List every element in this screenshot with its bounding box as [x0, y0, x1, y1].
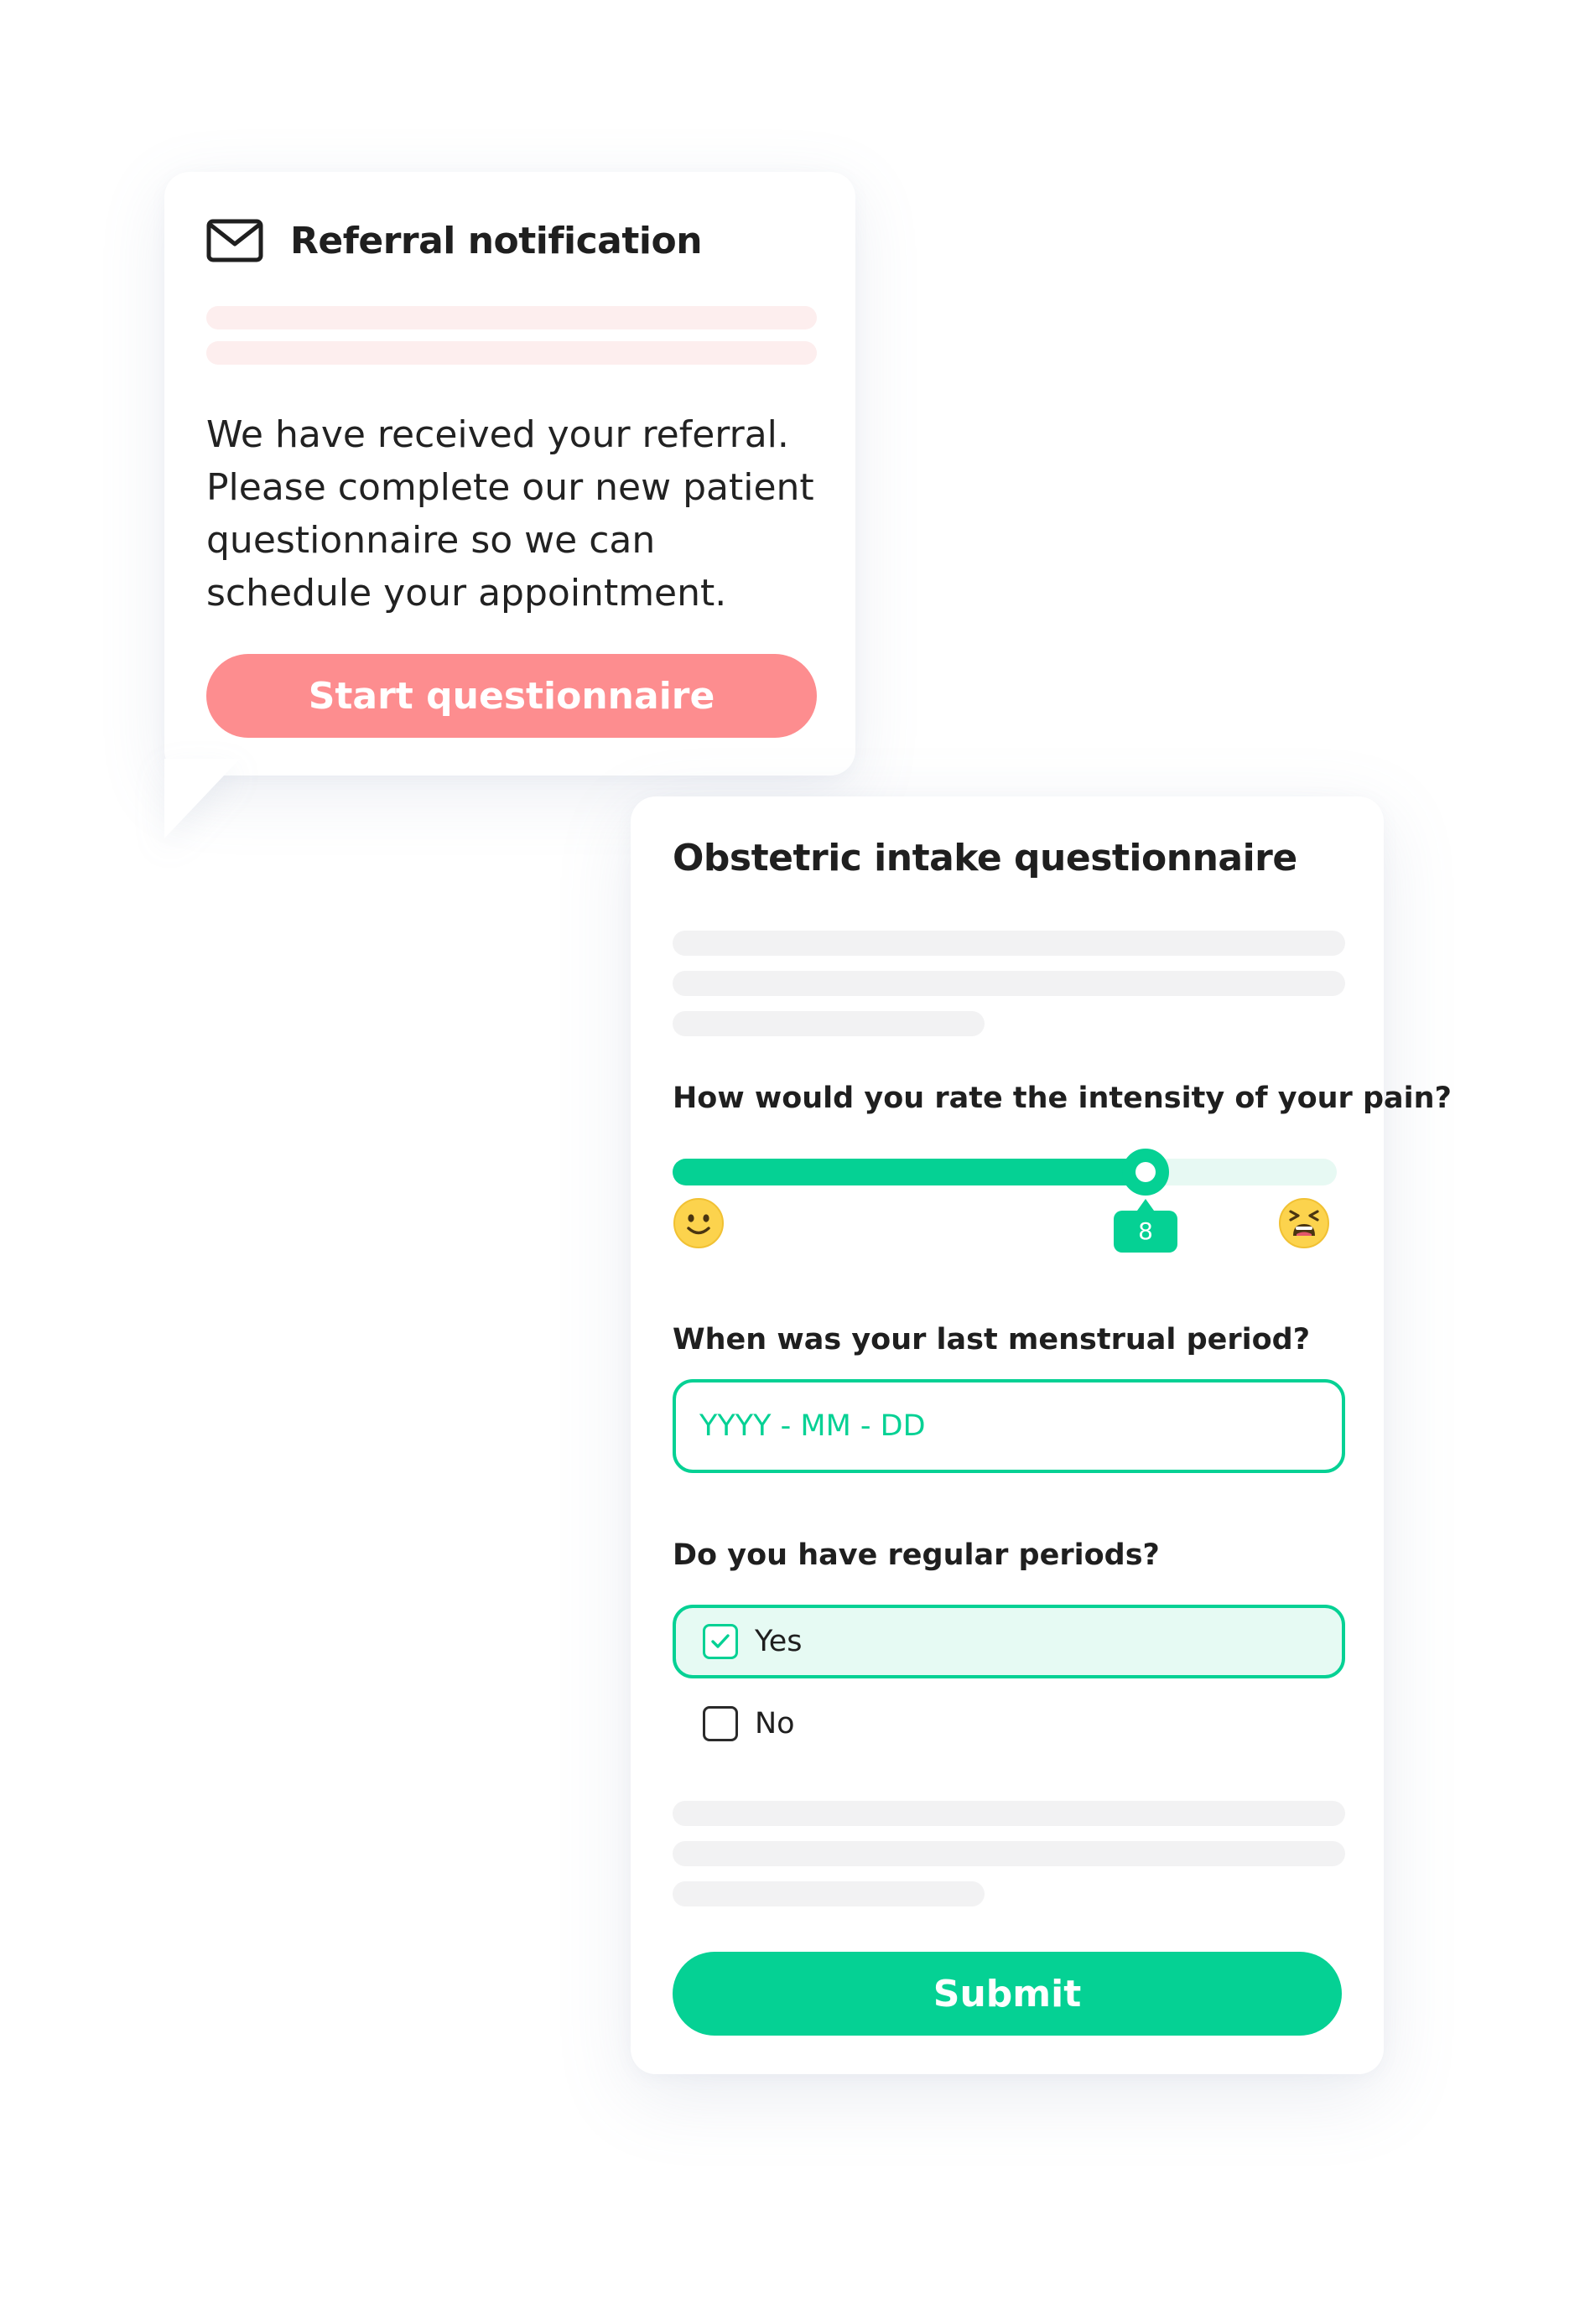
envelope-icon	[206, 219, 263, 262]
referral-header: Referral notification	[206, 212, 703, 269]
placeholder-line	[673, 1801, 1345, 1826]
placeholder-line	[673, 1011, 985, 1036]
placeholder-line	[673, 1881, 985, 1906]
option-no[interactable]: No	[673, 1687, 1345, 1761]
pain-question-label: How would you rate the intensity of your…	[673, 1082, 1452, 1115]
slider-thumb[interactable]	[1122, 1149, 1169, 1196]
placeholder-line	[206, 341, 817, 365]
option-yes-label: Yes	[755, 1625, 803, 1658]
pain-intensity-slider[interactable]	[673, 1149, 1337, 1196]
questionnaire-card: Obstetric intake questionnaire How would…	[631, 796, 1452, 2074]
start-questionnaire-button[interactable]: Start questionnaire	[206, 654, 817, 738]
checkbox-checked-icon[interactable]	[703, 1624, 738, 1659]
placeholder-line	[673, 971, 1345, 996]
referral-notification-card: Referral notification We have received y…	[164, 172, 855, 838]
placeholder-line	[206, 306, 817, 329]
placeholder-line	[673, 1841, 1345, 1866]
option-yes[interactable]: Yes	[673, 1605, 1345, 1678]
last-period-question-label: When was your last menstrual period?	[673, 1323, 1311, 1357]
option-no-label: No	[755, 1707, 795, 1740]
checkbox-unchecked-icon[interactable]	[703, 1706, 738, 1741]
last-period-date-input[interactable]	[673, 1379, 1345, 1473]
regular-periods-question-label: Do you have regular periods?	[673, 1538, 1160, 1572]
placeholder-line	[673, 931, 1345, 956]
smiling-face-icon	[673, 1197, 725, 1249]
slider-fill	[673, 1159, 1159, 1185]
speech-bubble-tail	[164, 759, 240, 838]
slider-value-badge: 8	[1114, 1199, 1177, 1253]
referral-title: Referral notification	[290, 219, 703, 262]
questionnaire-title: Obstetric intake questionnaire	[673, 837, 1297, 879]
tired-face-icon	[1278, 1197, 1330, 1249]
referral-message: We have received your referral. Please c…	[206, 413, 814, 615]
submit-button[interactable]: Submit	[673, 1952, 1342, 2036]
